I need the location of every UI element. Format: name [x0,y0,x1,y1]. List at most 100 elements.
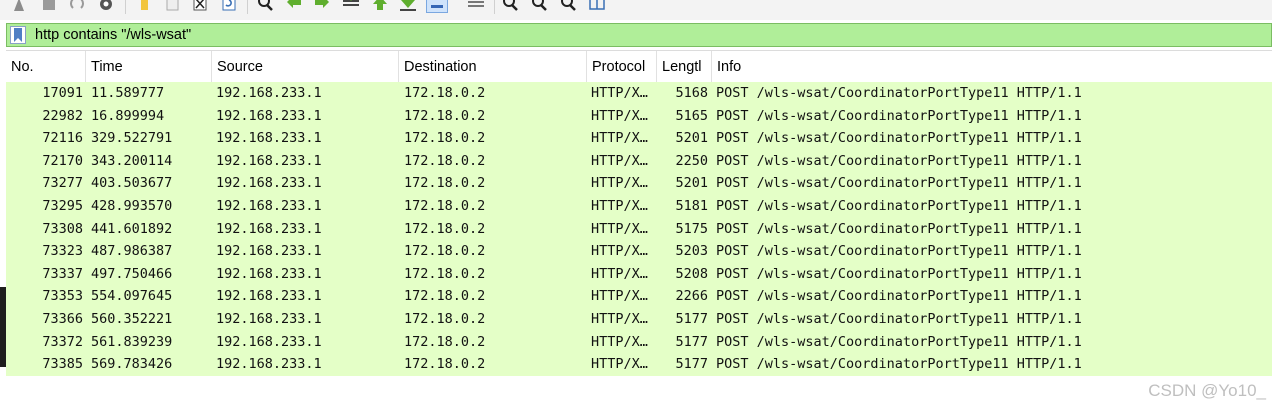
packet-no: 72170 [42,152,83,169]
packet-length: 2250 [675,152,708,169]
table-row[interactable]: 72116 329.522791 192.168.233.1 172.18.0.2 HT… [6,127,1272,150]
packet-destination: 172.18.0.2 [404,220,486,237]
stop-capture-icon[interactable] [40,0,58,13]
packet-destination: 172.18.0.2 [404,310,486,327]
packet-time: 329.522791 [91,130,173,147]
packet-length: 5203 [675,243,708,260]
filter-bookmark-button[interactable] [10,26,26,44]
packet-protocol: HTTP/X… [591,175,648,192]
packet-time: 560.352221 [91,310,173,327]
packet-rows: 17091 11.589777 192.168.233.1 172.18.0.2 HTT… [6,82,1272,376]
table-row[interactable]: 73323 487.986387 192.168.233.1 172.18.0.2 HT… [6,240,1272,263]
table-row[interactable]: 73353 554.097645 192.168.233.1 172.18.0.2 HT… [6,285,1272,308]
watermark: CSDN @Yo10_ [1148,381,1266,400]
resize-columns-icon[interactable] [588,0,606,13]
background-window-edge [0,287,6,367]
table-row[interactable]: 73337 497.750466 192.168.233.1 172.18.0.2 HT… [6,262,1272,286]
packet-length: 5201 [675,130,708,147]
packet-list-header: No. Time Source Destination Protocol Len… [6,51,1272,83]
packet-no: 73295 [42,197,83,214]
table-row[interactable]: 72170 343.200114 192.168.233.1 172.18.0.2 HT… [6,149,1272,173]
packet-no: 73372 [42,333,83,350]
toolbar-separator [494,0,495,14]
packet-destination: 172.18.0.2 [404,107,486,124]
packet-protocol: HTTP/X… [591,152,648,169]
packet-source: 192.168.233.1 [216,288,322,305]
save-file-icon[interactable] [163,0,181,13]
packet-info: POST /wls-wsat/CoordinatorPortType11 HTT… [716,265,1082,282]
display-filter-bar: http contains "/wls-wsat" [6,23,1272,47]
packet-destination: 172.18.0.2 [404,197,486,214]
packet-info: POST /wls-wsat/CoordinatorPortType11 HTT… [716,152,1082,169]
packet-destination: 172.18.0.2 [404,288,486,305]
packet-protocol: HTTP/X… [591,356,648,373]
packet-source: 192.168.233.1 [216,130,322,147]
packet-destination: 172.18.0.2 [404,265,486,282]
packet-destination: 172.18.0.2 [404,152,486,169]
capture-options-icon[interactable] [97,0,115,13]
packet-length: 2266 [675,288,708,305]
reload-file-icon[interactable] [220,0,238,13]
auto-scroll-icon[interactable] [426,0,448,13]
zoom-normal-icon[interactable] [559,0,577,13]
go-first-icon[interactable] [371,0,389,13]
column-header-protocol[interactable]: Protocol [587,51,657,82]
toolbar-separator [125,0,126,14]
go-to-packet-icon[interactable] [342,0,360,13]
packet-info: POST /wls-wsat/CoordinatorPortType11 HTT… [716,197,1082,214]
table-row[interactable]: 73295 428.993570 192.168.233.1 172.18.0.2 HT… [6,194,1272,218]
table-row[interactable]: 73366 560.352221 192.168.233.1 172.18.0.2 HT… [6,307,1272,331]
zoom-out-icon[interactable] [530,0,548,13]
display-filter-input[interactable]: http contains "/wls-wsat" [35,27,191,43]
close-file-icon[interactable] [191,0,209,13]
zoom-in-icon[interactable] [501,0,519,13]
packet-source: 192.168.233.1 [216,107,322,124]
packet-no: 17091 [42,85,83,101]
packet-length: 5201 [675,175,708,192]
packet-destination: 172.18.0.2 [404,130,486,147]
start-capture-icon[interactable] [10,0,28,13]
column-header-length[interactable]: Lengtl [657,51,712,82]
column-header-no[interactable]: No. [6,51,86,82]
column-header-info[interactable]: Info [712,51,1272,82]
packet-protocol: HTTP/X… [591,130,648,147]
packet-protocol: HTTP/X… [591,220,648,237]
packet-no: 73277 [42,175,83,192]
packet-destination: 172.18.0.2 [404,85,486,101]
packet-no: 73385 [42,356,83,373]
packet-no: 73353 [42,288,83,305]
find-packet-icon[interactable] [256,0,274,13]
packet-time: 16.899994 [91,107,165,124]
packet-length: 5177 [675,356,708,373]
packet-info: POST /wls-wsat/CoordinatorPortType11 HTT… [716,85,1082,101]
column-header-time[interactable]: Time [86,51,212,82]
go-last-icon[interactable] [399,0,417,13]
packet-no: 73337 [42,265,83,282]
open-file-icon[interactable] [135,0,153,13]
restart-capture-icon[interactable] [68,0,86,13]
packet-time: 569.783426 [91,356,173,373]
table-row[interactable]: 73277 403.503677 192.168.233.1 172.18.0.2 HT… [6,172,1272,195]
packet-length: 5175 [675,220,708,237]
go-back-icon[interactable] [285,0,303,13]
packet-protocol: HTTP/X… [591,85,648,101]
table-row[interactable]: 73385 569.783426 192.168.233.1 172.18.0.2 HT… [6,353,1272,376]
packet-no: 22982 [42,107,83,124]
packet-time: 441.601892 [91,220,173,237]
packet-time: 343.200114 [91,152,173,169]
column-header-destination[interactable]: Destination [399,51,587,82]
packet-protocol: HTTP/X… [591,197,648,214]
packet-info: POST /wls-wsat/CoordinatorPortType11 HTT… [716,243,1082,260]
table-row[interactable]: 73308 441.601892 192.168.233.1 172.18.0.2 HT… [6,217,1272,241]
table-row[interactable]: 73372 561.839239 192.168.233.1 172.18.0.2 HT… [6,330,1272,354]
go-forward-icon[interactable] [313,0,331,13]
packet-destination: 172.18.0.2 [404,356,486,373]
packet-no: 73308 [42,220,83,237]
packet-time: 11.589777 [91,85,165,101]
colorize-icon[interactable] [465,0,487,13]
column-header-source[interactable]: Source [212,51,399,82]
packet-source: 192.168.233.1 [216,243,322,260]
table-row[interactable]: 22982 16.899994 192.168.233.1 172.18.0.2 HTT… [6,104,1272,128]
table-row[interactable]: 17091 11.589777 192.168.233.1 172.18.0.2 HTT… [6,82,1272,105]
packet-source: 192.168.233.1 [216,356,322,373]
